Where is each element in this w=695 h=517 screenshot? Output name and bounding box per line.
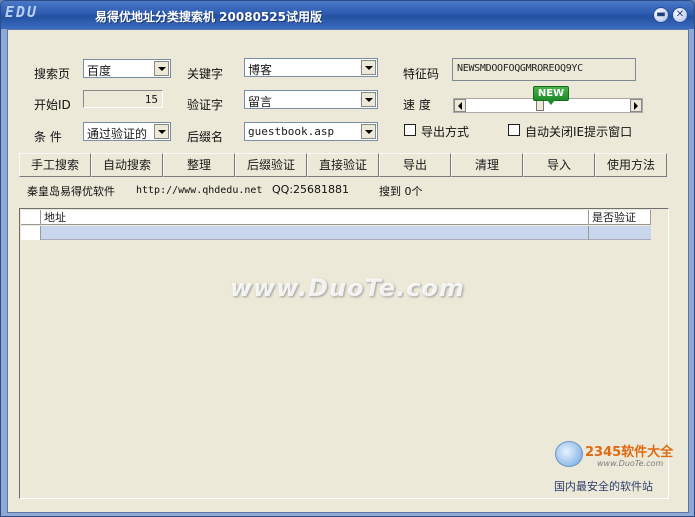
slider-thumb[interactable] — [536, 100, 545, 111]
code-value: NEWSMDOOFOQGMROREOQ9YC — [457, 63, 583, 74]
list-header: 地址 是否验证 — [21, 210, 651, 225]
usage-button[interactable]: 使用方法 — [595, 153, 667, 177]
company-name: 秦皇岛易得优软件 — [27, 185, 115, 198]
code-label: 特征码 — [403, 67, 440, 81]
speed-label: 速 度 — [403, 98, 431, 112]
keyword-select[interactable]: 博客 — [244, 58, 378, 77]
export-mode-label[interactable]: 导出方式 — [421, 123, 469, 140]
keyword-label: 关键字 — [187, 67, 224, 81]
export-mode-checkbox[interactable] — [404, 124, 416, 136]
logo-2345: 2345软件大全 www.DuoTe.com — [549, 439, 689, 479]
search-page-value: 百度 — [87, 64, 112, 78]
table-row[interactable] — [21, 226, 651, 240]
search-page-label: 搜索页 — [34, 67, 71, 81]
organize-button[interactable]: 整理 — [163, 153, 235, 177]
qq-number: QQ:25681881 — [272, 183, 350, 196]
logo-2345-brand: 2345软件大全 — [585, 445, 674, 460]
clean-button[interactable]: 清理 — [451, 153, 523, 177]
logo-slogan: 国内最安全的软件站 — [554, 480, 653, 493]
condition-select[interactable]: 通过验证的 — [83, 122, 171, 141]
app-window: EDU 易得优地址分类搜索机 20080525试用版 ▬ ✕ 搜索页 百度 关键… — [0, 0, 695, 517]
close-button[interactable]: ✕ — [672, 7, 688, 23]
start-id-value: 15 — [144, 93, 158, 106]
chevron-down-icon[interactable] — [154, 61, 169, 76]
direct-verify-button[interactable]: 直接验证 — [307, 153, 379, 177]
condition-value: 通过验证的 — [87, 127, 148, 141]
new-badge: NEW — [533, 86, 569, 105]
window-title: 易得优地址分类搜索机 20080525试用版 — [95, 10, 322, 24]
slider-left-arrow-icon[interactable] — [454, 99, 466, 112]
verify-word-label: 验证字 — [187, 98, 224, 112]
row-address-cell — [41, 226, 589, 240]
verify-word-select[interactable]: 留言 — [244, 90, 378, 109]
duote-watermark: www.DuoTe.com — [230, 274, 465, 302]
action-toolbar: 手工搜索 自动搜索 整理 后缀验证 直接验证 导出 清理 导入 使用方法 — [19, 153, 667, 177]
chevron-down-icon[interactable] — [154, 124, 169, 139]
suffix-label: 后缀名 — [187, 130, 224, 144]
start-id-label: 开始ID — [34, 98, 71, 112]
verify-word-value: 留言 — [248, 95, 273, 109]
company-url[interactable]: http://www.qhdedu.net — [136, 185, 262, 196]
code-field[interactable]: NEWSMDOOFOQGMROREOQ9YC — [452, 58, 636, 81]
logo-2345-site: www.DuoTe.com — [597, 459, 664, 468]
column-header-verified[interactable]: 是否验证 — [589, 210, 651, 225]
chevron-down-icon[interactable] — [361, 92, 376, 107]
suffix-value: guestbook.asp — [248, 125, 335, 138]
close-icon: ✕ — [675, 9, 685, 20]
mascot-icon — [555, 441, 583, 467]
import-button[interactable]: 导入 — [523, 153, 595, 177]
auto-search-button[interactable]: 自动搜索 — [91, 153, 163, 177]
row-marker-header — [21, 210, 41, 225]
minimize-button[interactable]: ▬ — [653, 7, 669, 23]
chevron-down-icon[interactable] — [361, 60, 376, 75]
keyword-value: 博客 — [248, 63, 273, 77]
slider-right-arrow-icon[interactable] — [630, 99, 642, 112]
app-logo: EDU — [5, 3, 39, 21]
search-page-select[interactable]: 百度 — [83, 59, 171, 78]
condition-label: 条 件 — [34, 130, 62, 144]
minimize-icon: ▬ — [656, 9, 666, 20]
column-header-address[interactable]: 地址 — [41, 210, 589, 225]
chevron-down-icon[interactable] — [361, 124, 376, 139]
auto-close-label[interactable]: 自动关闭IE提示窗口 — [525, 123, 632, 140]
suffix-verify-button[interactable]: 后缀验证 — [235, 153, 307, 177]
export-button[interactable]: 导出 — [379, 153, 451, 177]
row-marker — [21, 226, 41, 240]
found-count: 搜到 0个 — [379, 185, 423, 198]
auto-close-checkbox[interactable] — [508, 124, 520, 136]
title-bar[interactable]: EDU 易得优地址分类搜索机 20080525试用版 ▬ ✕ — [1, 1, 694, 29]
start-id-field[interactable]: 15 — [83, 90, 163, 108]
suffix-select[interactable]: guestbook.asp — [244, 122, 378, 141]
manual-search-button[interactable]: 手工搜索 — [19, 153, 91, 177]
